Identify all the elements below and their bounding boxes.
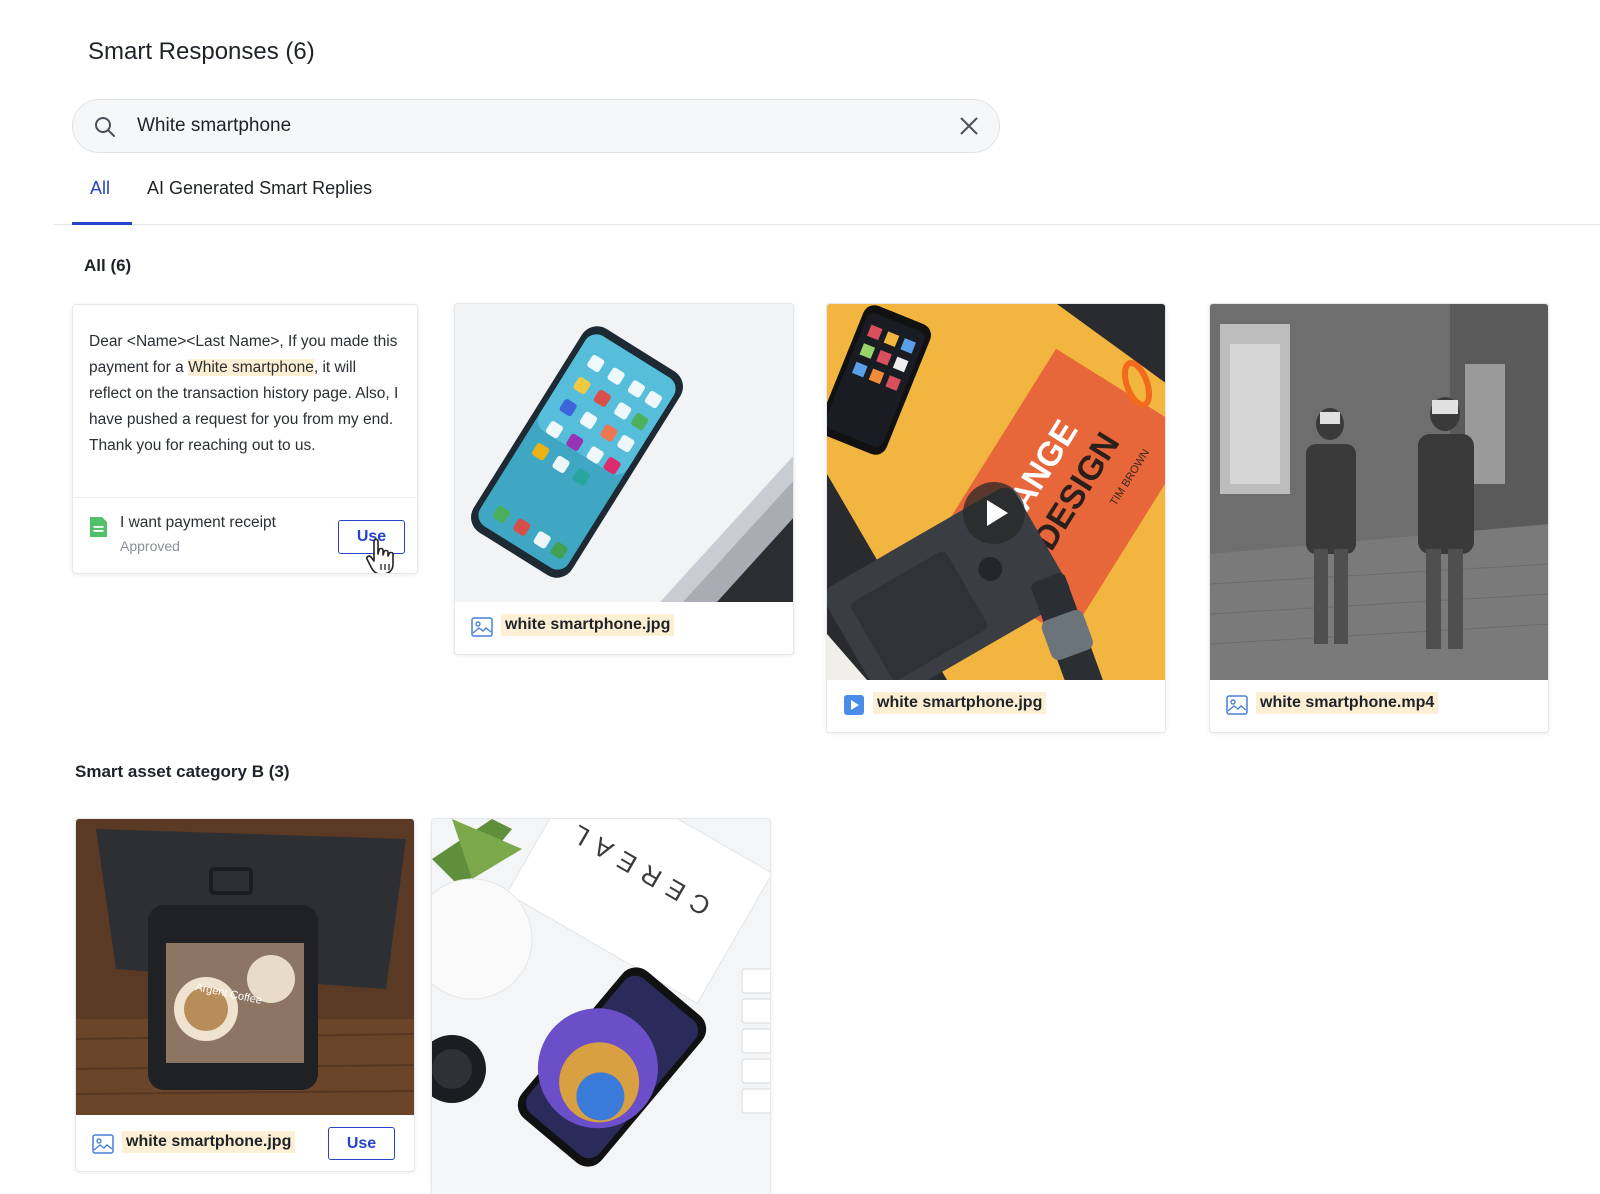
asset-thumbnail: CEREAL [432,819,770,1194]
asset-card[interactable]: CEREAL [431,818,771,1194]
asset-thumbnail [1210,304,1548,680]
response-name: I want payment receipt [120,514,276,531]
asset-filename: white smartphone.jpg [122,1131,296,1153]
image-icon [92,1134,114,1154]
play-icon [987,500,1008,526]
asset-thumbnail [455,304,793,602]
message-highlight: White smartphone [188,359,314,376]
asset-thumbnail: Argent Coffee [76,819,414,1115]
search-icon [95,117,115,137]
tab-all[interactable]: All [90,178,110,199]
page-title: Smart Responses (6) [88,38,315,65]
asset-filename: white smartphone.jpg [501,614,675,636]
tab-bar: All AI Generated Smart Replies [54,168,1600,225]
section-heading-category-b: Smart asset category B (3) [75,762,290,781]
asset-card[interactable]: white smartphone.mp4 [1209,303,1549,733]
image-icon [471,617,493,637]
asset-filename: white smartphone.jpg [873,692,1047,714]
hand-cursor-icon [366,538,394,573]
tab-ai-generated-smart-replies[interactable]: AI Generated Smart Replies [147,178,372,199]
use-button[interactable]: Use [328,1127,395,1160]
asset-caption: white smartphone.jpg [455,600,793,654]
asset-caption: white smartphone.mp4 [1210,678,1548,732]
image-icon [1226,695,1248,715]
text-response-card[interactable]: Dear <Name><Last Name>, If you made this… [72,304,418,574]
asset-card[interactable]: white smartphone.jpg [454,303,794,655]
response-message: Dear <Name><Last Name>, If you made this… [73,305,417,497]
document-icon [90,517,107,537]
search-bar[interactable] [72,99,1000,153]
status-badge: Approved [120,538,180,554]
play-button[interactable] [963,482,1025,544]
asset-filename: white smartphone.mp4 [1256,692,1439,714]
asset-card[interactable]: CHANGE DESIGN TIM BROWN white smartphone… [826,303,1166,733]
close-icon[interactable] [957,114,981,138]
response-footer: I want payment receipt Approved Use [73,497,417,573]
asset-card[interactable]: Argent Coffee white smartphone.jpg Use [75,818,415,1172]
active-tab-indicator [72,222,132,225]
asset-thumbnail: CHANGE DESIGN TIM BROWN [827,304,1165,680]
search-input[interactable] [137,100,917,152]
section-heading-all: All (6) [84,256,132,275]
asset-caption: white smartphone.jpg Use [76,1117,414,1171]
asset-caption: white smartphone.jpg [827,678,1165,732]
video-icon [844,695,864,715]
